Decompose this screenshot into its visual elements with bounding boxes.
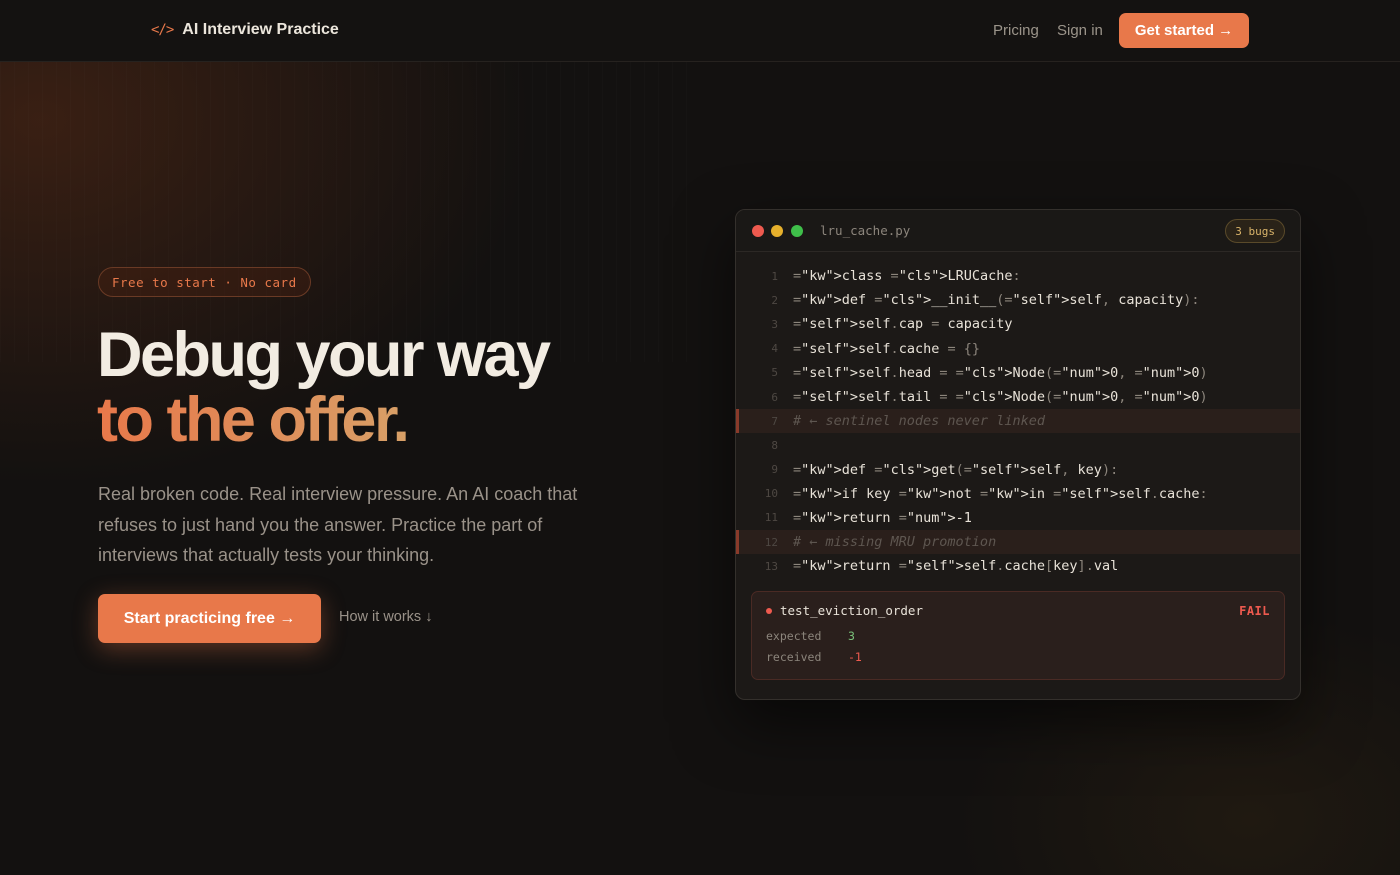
editor-titlebar: lru_cache.py 3 bugs bbox=[736, 210, 1300, 252]
line-number: 10 bbox=[764, 487, 778, 501]
code-text: # ← sentinel nodes never linked bbox=[793, 413, 1045, 430]
test-name: test_eviction_order bbox=[780, 603, 923, 618]
hero-title-line1: Debug your way bbox=[97, 320, 551, 390]
code-text: ="kw">if key ="kw">not ="kw">in ="self">… bbox=[793, 485, 1208, 502]
code-text: ="kw">class ="cls">LRUCache: bbox=[793, 268, 1021, 285]
line-number: 3 bbox=[771, 317, 778, 331]
nav-link-pricing[interactable]: Pricing bbox=[993, 22, 1039, 39]
fail-dot-icon bbox=[766, 608, 772, 614]
code-brackets-icon: </> bbox=[151, 22, 174, 38]
line-number: 6 bbox=[771, 390, 778, 404]
code-text: ="kw">return ="num">-1 bbox=[793, 509, 972, 526]
code-text: ="self">self.cache = {} bbox=[793, 340, 981, 357]
line-number: 2 bbox=[771, 293, 778, 307]
code-text: ="self">self.head = ="cls">Node(="num">0… bbox=[793, 364, 1208, 381]
line-number: 12 bbox=[764, 535, 778, 549]
line-number: 8 bbox=[771, 438, 778, 452]
hero-title-line2: to the offer. bbox=[97, 385, 410, 455]
code-text: ="self">self.cap = capacity bbox=[793, 316, 1013, 333]
editor-filename: lru_cache.py bbox=[820, 223, 911, 238]
code-line: 4 ="self">self.cache = {} bbox=[736, 337, 1300, 361]
minimize-dot-icon bbox=[771, 225, 783, 237]
received-label: received bbox=[766, 650, 822, 664]
code-text: ="kw">return ="self">self.cache[key].val bbox=[793, 558, 1119, 575]
code-line: 10 ="kw">if key ="kw">not ="kw">in ="self… bbox=[736, 482, 1300, 506]
top-nav: </> AI Interview Practice Pricing Sign i… bbox=[0, 0, 1400, 62]
received-value: -1 bbox=[848, 650, 862, 664]
code-line: 7 # ← sentinel nodes never linked bbox=[736, 409, 1300, 434]
line-number: 9 bbox=[771, 463, 778, 477]
background-texture bbox=[0, 62, 700, 362]
line-number: 13 bbox=[764, 559, 778, 573]
expected-row: expected 3 bbox=[766, 629, 855, 643]
line-number: 1 bbox=[771, 269, 778, 283]
test-result: test_eviction_order FAIL expected 3 rece… bbox=[751, 591, 1285, 680]
nav-link-sign-in[interactable]: Sign in bbox=[1057, 22, 1103, 39]
brand-name: AI Interview Practice bbox=[182, 21, 339, 38]
line-number: 7 bbox=[771, 414, 778, 428]
code-lines: 1 ="kw">class ="cls">LRUCache: 2 ="kw">def … bbox=[736, 264, 1300, 578]
close-dot-icon bbox=[752, 225, 764, 237]
code-text: ="kw">def ="cls">__init__(="self">self, … bbox=[793, 292, 1200, 309]
get-started-button[interactable]: Get started → bbox=[1119, 13, 1249, 48]
code-line: 8 bbox=[736, 433, 1300, 457]
code-line: 6 ="self">self.tail = ="cls">Node(="num">… bbox=[736, 385, 1300, 409]
bug-count-badge: 3 bugs bbox=[1225, 219, 1285, 243]
received-row: received -1 bbox=[766, 650, 862, 664]
test-status: FAIL bbox=[1239, 604, 1270, 618]
code-line: 1 ="kw">class ="cls">LRUCache: bbox=[736, 264, 1300, 288]
maximize-dot-icon bbox=[791, 225, 803, 237]
code-line: 9 ="kw">def ="cls">get(="self">self, key)… bbox=[736, 458, 1300, 482]
code-line: 5 ="self">self.head = ="cls">Node(="num">… bbox=[736, 361, 1300, 385]
code-line: 13 ="kw">return ="self">self.cache[key].v… bbox=[736, 554, 1300, 578]
code-line: 3 ="self">self.cap = capacity bbox=[736, 312, 1300, 336]
hero-subtitle: Real broken code. Real interview pressur… bbox=[98, 484, 578, 565]
line-number: 11 bbox=[764, 511, 778, 525]
code-text: ="self">self.tail = ="cls">Node(="num">0… bbox=[793, 389, 1208, 406]
code-line: 12 # ← missing MRU promotion bbox=[736, 530, 1300, 555]
line-number: 5 bbox=[771, 366, 778, 380]
start-practicing-button[interactable]: Start practicing free → bbox=[98, 594, 321, 643]
free-badge: Free to start · No card bbox=[98, 267, 311, 297]
code-line: 2 ="kw">def ="cls">__init__(="self">self,… bbox=[736, 288, 1300, 312]
line-number: 4 bbox=[771, 342, 778, 356]
expected-label: expected bbox=[766, 629, 822, 643]
how-it-works-link[interactable]: How it works ↓ bbox=[339, 609, 432, 625]
expected-value: 3 bbox=[848, 629, 855, 643]
brand[interactable]: </> AI Interview Practice bbox=[151, 21, 339, 39]
code-line: 11 ="kw">return ="num">-1 bbox=[736, 506, 1300, 530]
code-editor-card: lru_cache.py 3 bugs 1 ="kw">class ="cls">… bbox=[735, 209, 1301, 700]
code-text: ="kw">def ="cls">get(="self">self, key): bbox=[793, 461, 1119, 478]
code-text: # ← missing MRU promotion bbox=[793, 534, 997, 551]
